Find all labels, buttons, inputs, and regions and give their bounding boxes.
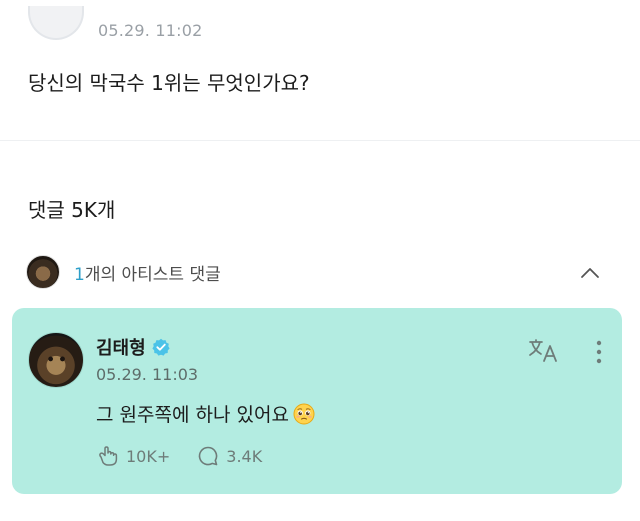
artist-avatar[interactable] <box>28 332 84 388</box>
artist-name[interactable]: 김태형 <box>96 334 146 360</box>
artist-comment-text-row: 그 원주쪽에 하나 있어요 <box>96 400 315 427</box>
artist-comments-text: 개의 아티스트 댓글 <box>84 264 221 285</box>
like-button[interactable]: 10K+ <box>96 444 170 468</box>
like-count: 10K+ <box>126 446 171 466</box>
comments-count-title: 댓글 5K개 <box>28 198 116 222</box>
artist-comment-date: 05.29. 11:03 <box>96 365 199 384</box>
chevron-up-icon[interactable] <box>580 263 600 283</box>
artist-name-row: 김태형 <box>96 334 170 360</box>
section-divider <box>0 140 640 141</box>
post-author-avatar[interactable] <box>28 6 84 40</box>
like-hand-icon <box>99 446 118 466</box>
post-date: 05.29. 11:02 <box>98 20 203 40</box>
post-header: 05.29. 11:02 <box>28 6 203 50</box>
fan-post-page: 05.29. 11:02 당신의 막국수 1위는 무엇인가요? 댓글 5K개 1… <box>0 0 640 521</box>
artist-mini-avatar <box>26 255 60 289</box>
artist-comment-stats: 10K+ 3.4K <box>96 444 288 468</box>
pleading-face-emoji <box>293 403 315 424</box>
reply-count: 3.4K <box>226 446 263 466</box>
verified-badge-icon <box>152 338 170 356</box>
translate-icon[interactable] <box>528 338 562 364</box>
artist-comment-text: 그 원주쪽에 하나 있어요 <box>96 404 289 426</box>
artist-comments-count: 1 <box>74 264 85 285</box>
reply-bubble-icon <box>199 446 218 466</box>
artist-comment-card: 김태형 05.29. 11:03 그 원주쪽에 하나 있어요 10K+ 3.4K <box>12 308 622 494</box>
artist-comments-label: 1개의 아티스트 댓글 <box>74 260 221 285</box>
artist-comments-toggle[interactable]: 1개의 아티스트 댓글 <box>26 254 614 290</box>
post-body-text: 당신의 막국수 1위는 무엇인가요? <box>28 71 310 95</box>
more-vertical-icon[interactable] <box>590 338 608 366</box>
reply-button[interactable]: 3.4K <box>196 444 262 468</box>
